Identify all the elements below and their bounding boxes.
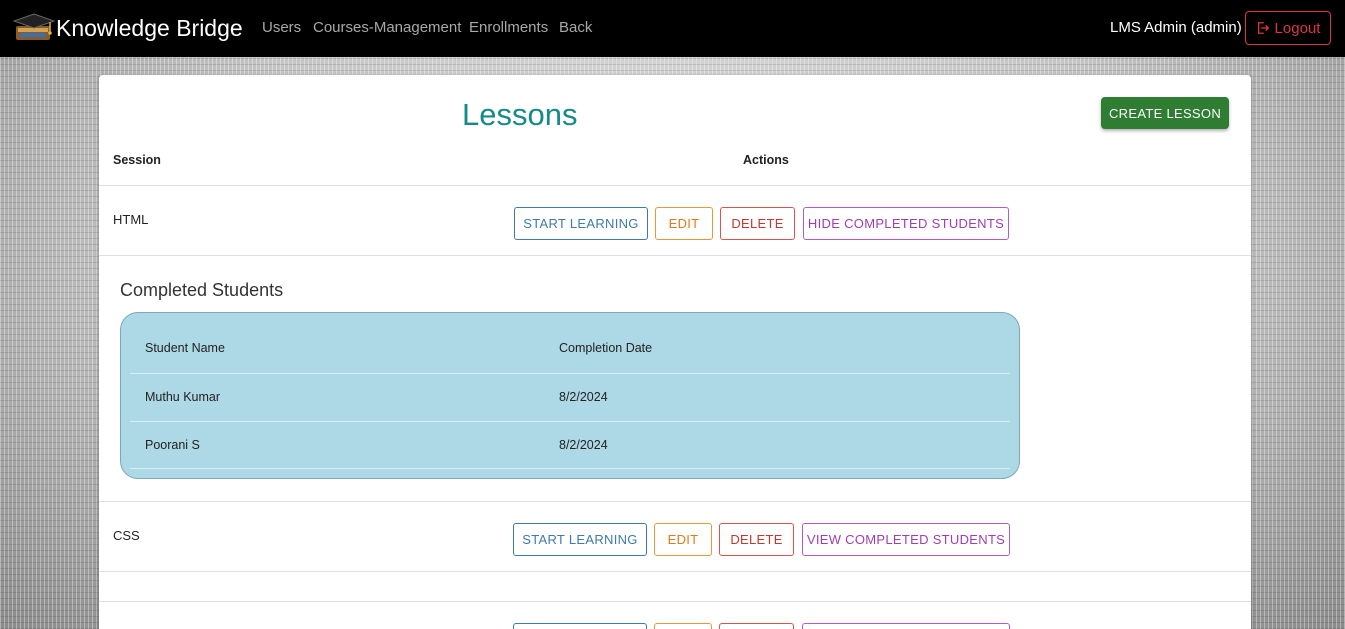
edit-button[interactable]: EDIT: [655, 207, 713, 240]
top-navbar: Knowledge Bridge Users Courses-Managemen…: [0, 0, 1345, 57]
lesson-session-html: HTML: [113, 212, 149, 227]
delete-button[interactable]: [719, 623, 794, 629]
table-divider: [130, 468, 1010, 469]
table-divider: [130, 421, 1010, 422]
header-divider: [99, 185, 1251, 186]
view-completed-students-button[interactable]: [802, 623, 1010, 629]
view-completed-students-button[interactable]: VIEW COMPLETED STUDENTS: [802, 523, 1010, 556]
page-title: Lessons: [462, 97, 578, 132]
logout-button[interactable]: Logout: [1245, 11, 1331, 45]
delete-button[interactable]: DELETE: [719, 523, 794, 556]
column-header-completion-date: Completion Date: [559, 341, 653, 355]
nav-link-back[interactable]: Back: [559, 18, 592, 38]
completion-date: 8/2/2024: [559, 438, 608, 452]
nav-link-users[interactable]: Users: [262, 18, 301, 38]
start-learning-button[interactable]: [513, 623, 647, 629]
row-divider: [99, 571, 1251, 572]
student-name: Muthu Kumar: [145, 390, 221, 404]
column-header-student-name: Student Name: [145, 341, 225, 355]
logout-label: Logout: [1274, 19, 1321, 37]
delete-button[interactable]: DELETE: [720, 207, 795, 240]
column-header-actions: Actions: [743, 153, 789, 167]
current-user-label: LMS Admin (admin): [1110, 19, 1242, 36]
column-header-session: Session: [113, 153, 161, 167]
start-learning-button[interactable]: START LEARNING: [514, 207, 648, 240]
hide-completed-students-button[interactable]: HIDE COMPLETED STUDENTS: [803, 207, 1009, 240]
completed-students-title: Completed Students: [120, 280, 284, 300]
brand-name[interactable]: Knowledge Bridge: [56, 13, 243, 43]
row-divider: [99, 255, 1251, 256]
graduation-cap-logo-icon[interactable]: [12, 12, 56, 44]
create-lesson-button[interactable]: CREATE LESSON: [1101, 97, 1229, 129]
edit-button[interactable]: EDIT: [654, 523, 712, 556]
nav-link-courses-management[interactable]: Courses-Management: [313, 18, 461, 38]
row-divider: [99, 501, 1251, 502]
student-name: Poorani S: [145, 438, 200, 452]
completion-date: 8/2/2024: [559, 390, 608, 404]
start-learning-button[interactable]: START LEARNING: [513, 523, 647, 556]
lessons-card: Lessons CREATE LESSON Session Actions HT…: [99, 75, 1251, 629]
table-divider: [130, 373, 1010, 374]
edit-button[interactable]: [654, 623, 712, 629]
completed-students-table: Student Name Completion Date Muthu Kumar…: [120, 312, 1020, 479]
lesson-session-css: CSS: [113, 528, 140, 543]
logout-icon: [1257, 22, 1269, 34]
row-divider: [99, 601, 1251, 602]
nav-link-enrollments[interactable]: Enrollments: [469, 18, 548, 38]
